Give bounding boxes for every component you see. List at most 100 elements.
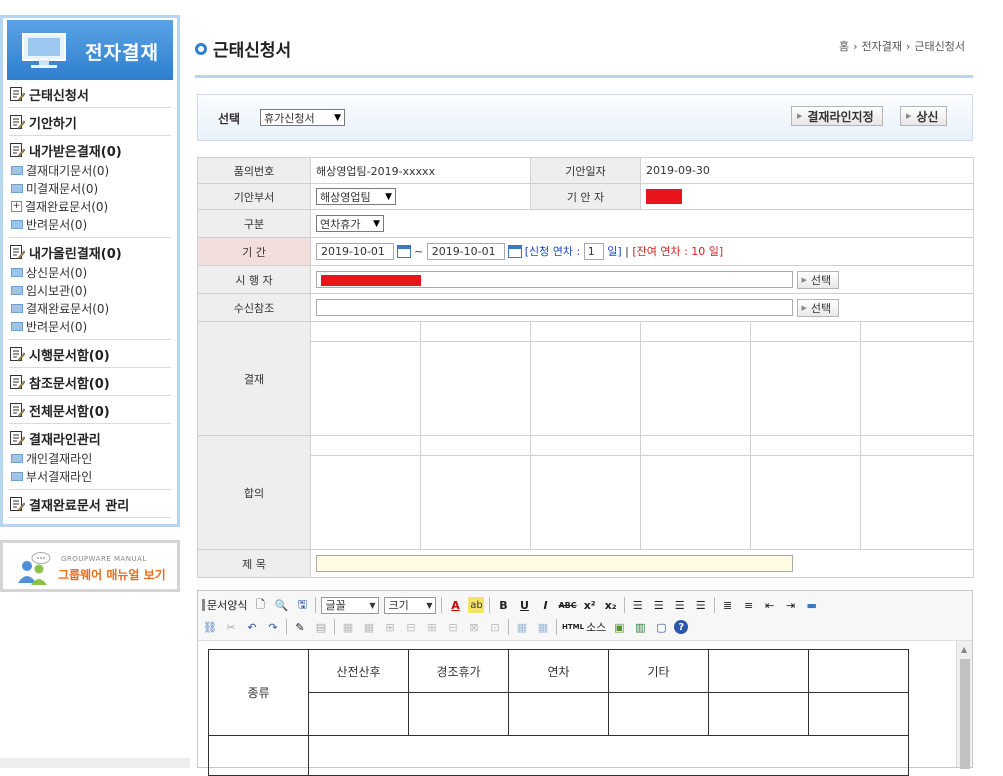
editor-scrollbar[interactable]: ▲ [956,641,972,769]
delete-row-icon[interactable]: ⊟ [403,619,419,635]
apply-days-input[interactable]: 1 [583,243,604,261]
submit-button[interactable]: ▶ 상신 [900,106,948,126]
new-doc-icon[interactable]: 🗋 [252,597,268,613]
horizontal-rule-icon[interactable]: ▬ [804,597,820,613]
redo-icon[interactable]: ↷ [265,619,281,635]
start-date-input[interactable]: 2019-10-01 [316,243,394,261]
folder-icon [11,471,23,481]
sidebar-group-title[interactable]: 참조문서함(0) [9,373,171,392]
insert-col-icon[interactable]: ⊞ [424,619,440,635]
sidebar-subitem[interactable]: 부서결재라인 [9,467,171,485]
sidebar-group-title[interactable]: 시행문서함(0) [9,345,171,364]
sidebar-subitem[interactable]: + 결재완료문서(0) [9,197,171,215]
users-icon [18,552,51,585]
scroll-up-icon[interactable]: ▲ [961,645,967,654]
agreement-sign-cell [859,455,975,550]
sidebar-group-title[interactable]: 내가올린결재(0) [9,243,171,262]
align-right-icon[interactable]: ☰ [672,597,688,613]
align-left-icon[interactable]: ☰ [630,597,646,613]
preview-icon[interactable]: 🔍 [273,597,289,613]
outdent-icon[interactable]: ⇤ [762,597,778,613]
sidebar-subitem[interactable]: 상신문서(0) [9,263,171,281]
bold-icon[interactable]: B [495,597,511,613]
merge-cells-icon[interactable]: ⊠ [466,619,482,635]
font-select[interactable]: 글꼴 ▼ [321,596,380,614]
manual-link[interactable]: 그룹웨어 매뉴얼 보기 [58,566,166,583]
agreement-title-cell [310,435,421,456]
insert-row-icon[interactable]: ⊞ [382,619,398,635]
sidebar-group-title[interactable]: 결재라인관리 [9,429,171,448]
template-icon[interactable]: ▤ [313,619,329,635]
editor-content[interactable]: 종류 산전산후 경조휴가 연차 기타 ▲ [198,641,972,776]
calendar-icon[interactable] [397,245,411,259]
breadcrumb-section[interactable]: 전자결재 [862,38,902,54]
toolbar-divider [489,597,491,613]
sidebar-group-label: 결재라인관리 [29,432,101,448]
help-icon[interactable]: ? [674,620,689,634]
drafter-label: 기 안 자 [530,183,641,210]
table-props-icon[interactable]: ▦ [361,619,377,635]
approval-line-button-label: 결재라인지정 [807,109,874,124]
subscript-icon[interactable]: x₂ [603,597,619,613]
strikethrough-icon[interactable]: ABC [558,597,576,613]
sidebar-group-title[interactable]: 전체문서함(0) [9,401,171,420]
unordered-list-icon[interactable]: ≡ [741,597,757,613]
executor-label: 시 행 자 [197,265,311,294]
sidebar-subitem[interactable]: 결재대기문서(0) [9,161,171,179]
superscript-icon[interactable]: x² [582,597,598,613]
font-color-icon[interactable]: A [447,597,463,613]
category-select[interactable]: 연차휴가 ▼ [316,215,384,232]
html-source-button[interactable]: HTML 소스 [562,619,606,635]
sidebar-subitem[interactable]: 반려문서(0) [9,317,171,335]
unlink-icon[interactable]: ✂ [223,619,239,635]
window-icon[interactable]: ▢ [653,619,669,635]
sidebar-subitem[interactable]: 반려문서(0) [9,215,171,233]
film-icon[interactable]: ▥ [632,619,648,635]
select-bar: 선택 휴가신청서 ▼ ▶ 결재라인지정 ▶ 상신 [197,94,973,141]
executor-input[interactable] [316,271,793,288]
page-title: 근태신청서 [195,36,291,61]
sidebar-group-title[interactable]: 기안하기 [9,113,171,132]
receiver-select-button[interactable]: ▶ 선택 [796,298,840,317]
executor-select-button[interactable]: ▶ 선택 [796,270,840,289]
save-icon[interactable]: 🖫 [294,597,310,613]
sidebar-subitem[interactable]: 임시보관(0) [9,281,171,299]
undo-icon[interactable]: ↶ [244,619,260,635]
breadcrumb-home[interactable]: 홈 [839,38,849,54]
underline-icon[interactable]: U [516,597,532,613]
image-icon[interactable]: ▣ [611,619,627,635]
calendar-icon[interactable] [507,245,522,259]
grid-icon[interactable]: ▦ [514,619,530,635]
approval-line-button[interactable]: ▶ 결재라인지정 [791,106,883,126]
sidebar-subitem-label: 결재완료문서(0) [26,301,110,316]
manual-banner[interactable]: GROUPWARE MANUAL 그룹웨어 매뉴얼 보기 [0,540,180,592]
receiver-input[interactable] [316,299,793,316]
end-date-input[interactable]: 2019-10-01 [426,243,505,261]
split-cells-icon[interactable]: ⊡ [487,619,503,635]
sidebar-subitem[interactable]: 미결재문서(0) [9,179,171,197]
leave-form: 품의번호 해상영업팀-2019-xxxxx 기안일자 2019-09-30 기안… [197,157,975,578]
indent-icon[interactable]: ⇥ [783,597,799,613]
italic-icon[interactable]: I [537,597,553,613]
sidebar-subitem[interactable]: 개인결재라인 [9,449,171,467]
doc-type-select[interactable]: 휴가신청서 ▼ [260,109,345,126]
scrollbar-thumb[interactable] [960,659,970,769]
link-icon[interactable]: ⛓ [202,619,218,635]
align-justify-icon[interactable]: ☰ [693,597,709,613]
dept-select[interactable]: 해상영업팀 ▼ [316,188,396,205]
ordered-list-icon[interactable]: ≣ [720,597,736,613]
sidebar-group-title[interactable]: 내가받은결재(0) [9,141,171,160]
sidebar-group-title[interactable]: 결재완료문서 관리 [9,495,171,514]
grid2-icon[interactable]: ▦ [535,619,551,635]
sidebar-subitem[interactable]: 결재완료문서(0) [9,299,171,317]
table-icon[interactable]: ▦ [340,619,356,635]
edit-icon[interactable]: ✎ [292,619,308,635]
sidebar-sublist: 개인결재라인 부서결재라인 [9,449,171,485]
doc-format-button[interactable]: 문서양식 [202,597,247,613]
subject-input[interactable] [316,555,793,572]
align-center-icon[interactable]: ☰ [651,597,667,613]
delete-col-icon[interactable]: ⊟ [445,619,461,635]
size-select[interactable]: 크기 ▼ [384,596,437,614]
sidebar-group-title[interactable]: 근태신청서 [9,85,171,104]
highlight-icon[interactable]: ab [468,597,485,613]
